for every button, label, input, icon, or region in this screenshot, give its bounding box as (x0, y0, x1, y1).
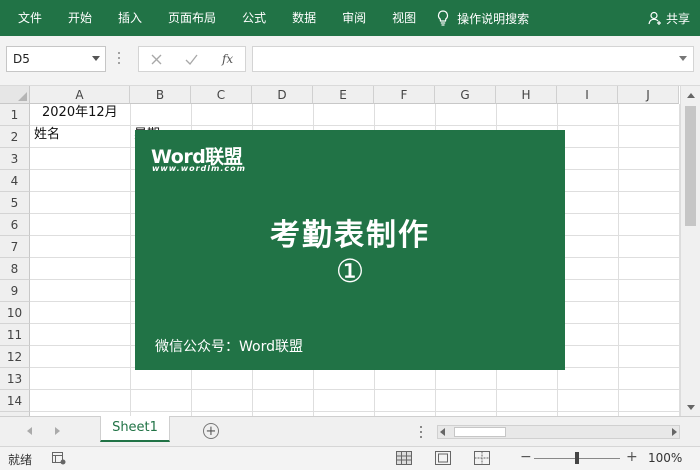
chevron-down-icon[interactable] (92, 56, 100, 61)
tell-me-search[interactable]: 操作说明搜索 (437, 0, 529, 36)
column-header-i[interactable]: I (557, 86, 618, 104)
next-sheet-icon[interactable] (52, 425, 62, 437)
row-header-4[interactable]: 4 (0, 170, 30, 192)
tab-view[interactable]: 视图 (379, 0, 429, 36)
sheet-tab-sheet1[interactable]: Sheet1 (100, 416, 170, 442)
chevron-down-icon[interactable] (679, 56, 687, 61)
tab-insert[interactable]: 插入 (105, 0, 155, 36)
tab-split-handle[interactable] (420, 426, 422, 441)
row-header-10[interactable]: 10 (0, 302, 30, 324)
column-header-c[interactable]: C (191, 86, 252, 104)
column-header-g[interactable]: G (435, 86, 496, 104)
grid-column-line (679, 104, 680, 416)
grid-row-line (30, 411, 680, 412)
column-header-b[interactable]: B (130, 86, 191, 104)
insert-function-button[interactable]: fx (222, 52, 233, 66)
cell-a1[interactable]: 2020年12月 (42, 102, 118, 124)
grid-column-line (130, 104, 131, 416)
scroll-left-icon[interactable] (440, 428, 445, 436)
tell-me-label: 操作说明搜索 (457, 11, 530, 26)
formula-input[interactable] (252, 46, 694, 72)
row-header-11[interactable]: 11 (0, 324, 30, 346)
page-break-view-icon[interactable] (474, 451, 490, 465)
plus-icon: + (205, 423, 217, 439)
person-icon (648, 11, 661, 25)
zoom-out-button[interactable]: − (520, 449, 532, 465)
tab-formulas[interactable]: 公式 (229, 0, 279, 36)
grid-row-line (30, 389, 680, 390)
name-box[interactable]: D5 (6, 46, 106, 72)
select-all-button[interactable] (0, 86, 30, 104)
row-header-7[interactable]: 7 (0, 236, 30, 258)
row-header-6[interactable]: 6 (0, 214, 30, 236)
column-header-f[interactable]: F (374, 86, 435, 104)
sheet-tabs-bar: Sheet1 + (0, 416, 700, 446)
horizontal-scroll-thumb[interactable] (454, 427, 506, 437)
zoom-level[interactable]: 100% (648, 451, 682, 465)
banner-footer: 微信公众号：Word联盟 (155, 339, 303, 355)
horizontal-scrollbar[interactable] (437, 425, 680, 439)
column-header-h[interactable]: H (496, 86, 557, 104)
tab-review[interactable]: 审阅 (329, 0, 379, 36)
scroll-right-icon[interactable] (672, 428, 677, 436)
brand-url: www.wordlm.com (152, 164, 246, 173)
ribbon: 文件 开始 插入 页面布局 公式 数据 审阅 视图 操作说明搜索 共享 (0, 0, 700, 36)
zoom-in-button[interactable]: + (626, 449, 638, 465)
column-header-d[interactable]: D (252, 86, 313, 104)
vertical-scroll-thumb[interactable] (685, 106, 696, 226)
prev-sheet-icon[interactable] (24, 425, 34, 437)
column-header-e[interactable]: E (313, 86, 374, 104)
tab-data[interactable]: 数据 (279, 0, 329, 36)
banner-title: 考勤表制作 (270, 218, 430, 253)
normal-view-icon[interactable] (396, 451, 412, 465)
share-button[interactable]: 共享 (648, 0, 700, 36)
tab-file[interactable]: 文件 (0, 0, 55, 36)
row-header-5[interactable]: 5 (0, 192, 30, 214)
formula-bar-area: D5 fx (0, 36, 700, 86)
row-header-8[interactable]: 8 (0, 258, 30, 280)
row-header-3[interactable]: 3 (0, 148, 30, 170)
tutorial-banner: Word联盟 www.wordlm.com 考勤表制作 ① 微信公众号：Word… (135, 130, 565, 370)
tab-home[interactable]: 开始 (55, 0, 105, 36)
status-bar: 就绪 − + 100% (0, 446, 700, 470)
row-header-12[interactable]: 12 (0, 346, 30, 368)
vertical-scrollbar[interactable] (680, 86, 700, 416)
zoom-slider-thumb[interactable] (575, 452, 579, 464)
cell-a2[interactable]: 姓名 (34, 124, 60, 146)
share-label: 共享 (665, 11, 690, 26)
row-header-13[interactable]: 13 (0, 368, 30, 390)
grid-row-line (30, 125, 680, 126)
grid-column-line (618, 104, 619, 416)
add-sheet-button[interactable]: + (203, 423, 219, 439)
status-ready: 就绪 (8, 453, 33, 467)
formula-buttons: fx (138, 46, 246, 72)
name-box-value: D5 (13, 52, 30, 66)
check-icon[interactable] (185, 54, 198, 65)
row-header-14[interactable]: 14 (0, 390, 30, 412)
macro-record-icon[interactable] (52, 452, 66, 465)
close-icon[interactable] (151, 54, 162, 65)
column-header-j[interactable]: J (618, 86, 679, 104)
scroll-up-icon[interactable] (683, 88, 698, 102)
banner-number: ① (335, 252, 365, 290)
tab-page-layout[interactable]: 页面布局 (155, 0, 229, 36)
scroll-down-icon[interactable] (683, 400, 698, 414)
row-header-2[interactable]: 2 (0, 126, 30, 148)
page-layout-view-icon[interactable] (435, 451, 451, 465)
resize-handle[interactable] (118, 52, 121, 66)
row-header-9[interactable]: 9 (0, 280, 30, 302)
lightbulb-icon (438, 10, 449, 26)
row-header-1[interactable]: 1 (0, 104, 30, 126)
